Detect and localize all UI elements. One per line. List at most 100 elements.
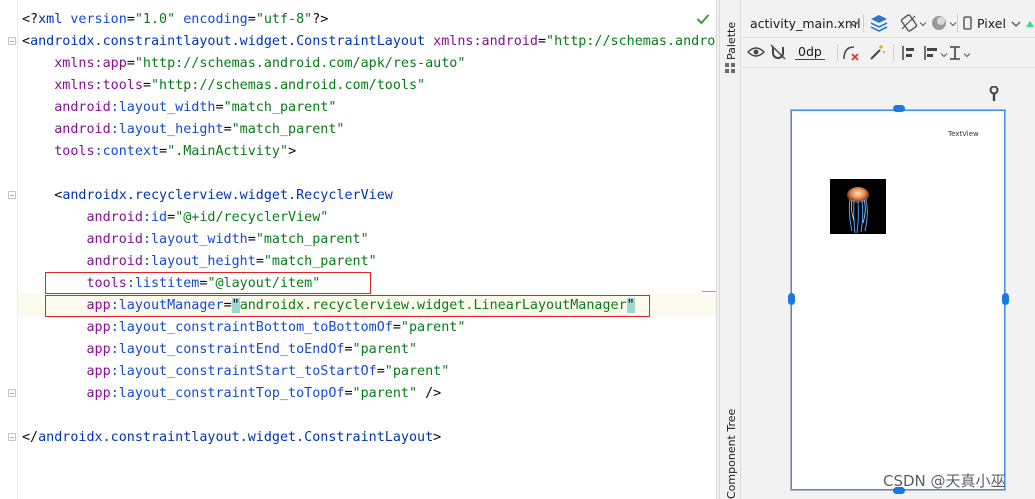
phone-icon[interactable] xyxy=(963,16,972,30)
code-line[interactable]: tools:context=".MainActivity"> xyxy=(22,141,296,163)
file-tab[interactable]: activity_main.xml xyxy=(750,16,861,31)
code-line[interactable]: </androidx.constraintlayout.widget.Const… xyxy=(22,427,441,449)
fold-marker[interactable] xyxy=(8,37,16,45)
code-token: = xyxy=(247,232,256,247)
code-token: app xyxy=(86,386,111,401)
toolbar-divider xyxy=(957,14,958,32)
code-token: android xyxy=(86,232,143,247)
design-canvas[interactable] xyxy=(741,69,1035,499)
code-line[interactable]: <?xml version="1.0" encoding="utf-8"?> xyxy=(22,9,328,31)
check-icon[interactable] xyxy=(696,12,710,26)
code-token: = xyxy=(344,342,353,357)
watermark: CSDN @天真小巫 xyxy=(883,472,1006,490)
fold-marker[interactable] xyxy=(8,191,16,199)
code-token: :context xyxy=(94,144,160,159)
code-token: :id xyxy=(142,210,168,225)
code-line[interactable]: android:layout_width="match_parent" xyxy=(22,97,336,119)
code-token: > xyxy=(433,430,442,445)
code-token: android xyxy=(54,122,111,137)
magnet-off-icon[interactable] xyxy=(770,44,786,60)
scroll-marker xyxy=(702,291,716,292)
fold-marker[interactable] xyxy=(8,433,16,441)
pack-icon[interactable] xyxy=(899,44,917,62)
palette-icon[interactable] xyxy=(724,62,736,74)
code-token: = xyxy=(126,56,135,71)
code-token: version xyxy=(70,12,127,27)
code-line[interactable]: android:layout_height="match_parent" xyxy=(22,251,377,273)
code-editor[interactable]: <?xml version="1.0" encoding="utf-8"?> <a… xyxy=(0,0,716,499)
clear-constraints-icon[interactable] xyxy=(842,44,860,62)
code-token: "match_parent" xyxy=(255,232,369,247)
code-line[interactable]: app:layout_constraintTop_toTopOf="parent… xyxy=(22,383,442,405)
code-token: androidx.constraintlayout.widget.Constra… xyxy=(30,34,434,49)
chevron-down-icon[interactable] xyxy=(949,21,957,27)
code-line[interactable]: android:id="@+id/recyclerView" xyxy=(22,207,329,229)
code-line[interactable]: xmlns:tools="http://schemas.android.com/… xyxy=(22,75,425,97)
code-token: android xyxy=(86,254,143,269)
code-line[interactable]: android:layout_width="match_parent" xyxy=(22,229,369,251)
chevron-down-icon[interactable] xyxy=(849,20,859,28)
chevron-down-icon[interactable] xyxy=(963,52,971,58)
rotate-device-icon[interactable] xyxy=(899,13,919,33)
device-selector[interactable]: Pixel xyxy=(977,16,1006,31)
code-token: /> xyxy=(425,386,442,401)
code-token: "http://schemas.android.com/apk/res-auto… xyxy=(134,56,466,71)
code-token: app xyxy=(86,342,111,357)
fold-marker[interactable] xyxy=(8,389,16,397)
android-icon[interactable] xyxy=(1025,18,1035,28)
code-token: xml xyxy=(38,12,71,27)
constraint-handle-left[interactable] xyxy=(788,293,795,305)
default-margin-field[interactable]: 0dp xyxy=(795,44,825,60)
code-token: = xyxy=(247,12,256,27)
eye-icon[interactable] xyxy=(747,45,765,59)
code-token: tools xyxy=(54,144,95,159)
jellyfish-image xyxy=(830,179,886,234)
toolbar-divider xyxy=(837,44,838,62)
code-line[interactable]: app:layout_constraintEnd_toEndOf="parent… xyxy=(22,339,418,361)
code-token: = xyxy=(126,12,135,27)
code-token: = xyxy=(223,122,232,137)
code-token: < xyxy=(22,34,31,49)
toolbar-divider xyxy=(893,44,894,62)
code-line[interactable]: android:layout_height="match_parent" xyxy=(22,119,344,141)
highlight-box-layoutmanager xyxy=(45,295,650,317)
code-token: = xyxy=(159,144,168,159)
guidelines-icon[interactable] xyxy=(947,44,963,62)
palette-tab[interactable]: Palette xyxy=(725,22,738,60)
code-token: "match_parent" xyxy=(223,100,337,115)
magic-wand-icon[interactable] xyxy=(868,44,886,62)
wrench-icon[interactable] xyxy=(988,86,1000,102)
recyclerview-selection[interactable] xyxy=(791,110,1005,490)
code-line[interactable]: <androidx.recyclerview.widget.RecyclerVi… xyxy=(22,185,393,207)
code-token: :layout_constraintTop_toTopOf xyxy=(110,386,345,401)
code-token: xmlns:app xyxy=(54,56,127,71)
code-token: :layout_width xyxy=(142,232,248,247)
code-line[interactable]: app:layout_constraintBottom_toBottomOf="… xyxy=(22,317,466,339)
code-line[interactable]: xmlns:app="http://schemas.android.com/ap… xyxy=(22,53,465,75)
code-token: = xyxy=(142,78,151,93)
code-line[interactable]: app:layout_constraintStart_toStartOf="pa… xyxy=(22,361,450,383)
code-token: = xyxy=(392,320,401,335)
chevron-down-icon[interactable] xyxy=(919,21,927,27)
constraint-handle-top[interactable] xyxy=(893,105,905,112)
layers-icon[interactable] xyxy=(869,13,889,33)
code-token: "1.0" xyxy=(134,12,184,27)
code-token: :layout_height xyxy=(142,254,256,269)
code-token: android xyxy=(86,210,143,225)
constraint-handle-right[interactable] xyxy=(1002,293,1009,305)
component-tree-tab[interactable]: Component Tree xyxy=(725,409,738,499)
chevron-down-icon[interactable] xyxy=(1011,20,1021,28)
theme-icon[interactable] xyxy=(929,13,949,33)
code-token: ".MainActivity" xyxy=(167,144,289,159)
align-icon[interactable] xyxy=(923,44,941,62)
design-toolbar-bottom: 0dp xyxy=(741,38,1035,68)
code-token: "@+id/recyclerView" xyxy=(175,210,329,225)
code-token: encoding xyxy=(183,12,248,27)
code-token: > xyxy=(288,144,297,159)
code-line[interactable]: <androidx.constraintlayout.widget.Constr… xyxy=(22,31,716,53)
